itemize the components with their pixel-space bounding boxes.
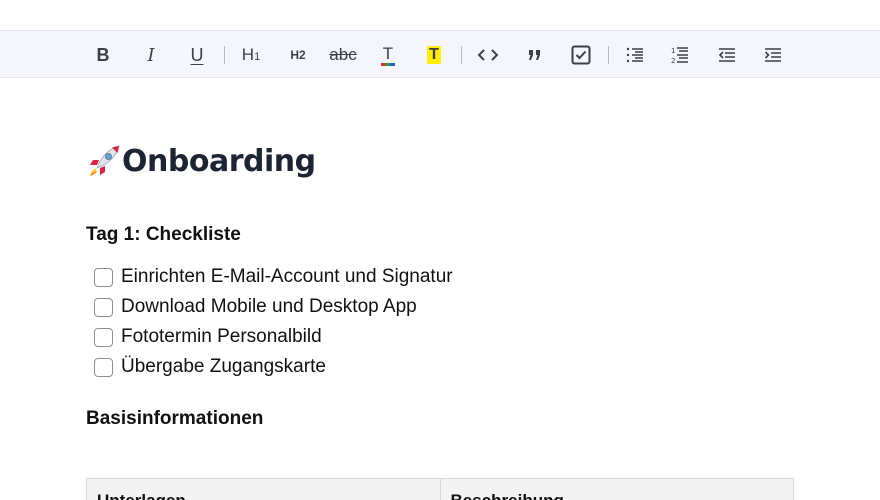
heading2-icon: H2	[290, 48, 306, 62]
toolbar-divider	[461, 46, 462, 64]
checklist-item-label[interactable]: Übergabe Zugangskarte	[121, 356, 326, 378]
italic-icon: I	[147, 44, 155, 66]
svg-text:2: 2	[671, 57, 675, 64]
document-title-row: Onboarding	[86, 140, 316, 182]
code-icon	[478, 49, 498, 61]
checkbox-insert-button[interactable]	[566, 40, 596, 70]
editor-toolbar: B I U H1 H2 abc T T 12	[0, 30, 880, 78]
toolbar-divider	[608, 46, 609, 64]
highlight-letter: T	[429, 46, 439, 63]
heading1-icon: H1	[242, 45, 260, 65]
indent-button[interactable]	[758, 40, 788, 70]
underline-button[interactable]: U	[182, 40, 212, 70]
table-header-cell[interactable]: Unterlagen	[87, 479, 441, 500]
checklist: Einrichten E-Mail-Account und Signatur D…	[94, 262, 453, 382]
checklist-item-label[interactable]: Download Mobile und Desktop App	[121, 296, 417, 318]
page-title[interactable]: Onboarding	[122, 144, 316, 179]
outdent-icon	[718, 48, 735, 62]
heading2-button[interactable]: H2	[283, 40, 313, 70]
checklist-checkbox[interactable]	[94, 267, 113, 287]
svg-text:1: 1	[671, 47, 675, 55]
section-heading-basisinformationen[interactable]: Basisinformationen	[86, 408, 263, 430]
checklist-item: Einrichten E-Mail-Account und Signatur	[94, 262, 453, 292]
quote-icon	[529, 50, 540, 60]
text-color-icon: T	[380, 44, 396, 66]
bold-button[interactable]: B	[88, 40, 118, 70]
checklist-item: Übergabe Zugangskarte	[94, 352, 453, 382]
info-table-header: Unterlagen Beschreibung	[86, 478, 794, 500]
italic-button[interactable]: I	[136, 40, 166, 70]
heading1-button[interactable]: H1	[236, 40, 266, 70]
strikethrough-button[interactable]: abc	[328, 40, 358, 70]
checklist-item: Download Mobile und Desktop App	[94, 292, 453, 322]
checklist-item-label[interactable]: Einrichten E-Mail-Account und Signatur	[121, 266, 453, 288]
text-color-letter: T	[382, 44, 394, 63]
checklist-checkbox[interactable]	[94, 297, 113, 317]
highlight-button[interactable]: T	[419, 40, 449, 70]
numbered-list-icon: 12	[671, 47, 688, 64]
bullet-list-button[interactable]	[620, 40, 650, 70]
text-color-bar	[381, 63, 395, 66]
code-button[interactable]	[473, 40, 503, 70]
bullet-list-icon	[626, 47, 643, 63]
bold-icon: B	[96, 44, 110, 65]
quote-button[interactable]	[520, 40, 550, 70]
indent-icon	[764, 48, 781, 62]
checklist-checkbox[interactable]	[94, 357, 113, 377]
strikethrough-icon: abc	[329, 45, 357, 64]
checklist-item: Fototermin Personalbild	[94, 322, 453, 352]
underline-icon: U	[190, 44, 204, 65]
checkbox-icon	[571, 45, 591, 65]
heading1-letter: H	[241, 45, 255, 64]
checklist-item-label[interactable]: Fototermin Personalbild	[121, 326, 322, 348]
text-color-button[interactable]: T	[373, 40, 403, 70]
highlight-icon: T	[427, 46, 441, 64]
heading1-number: 1	[254, 51, 261, 63]
numbered-list-button[interactable]: 12	[665, 40, 695, 70]
checklist-checkbox[interactable]	[94, 327, 113, 347]
toolbar-divider	[224, 46, 225, 64]
table-header-cell[interactable]: Beschreibung	[441, 479, 794, 500]
outdent-button[interactable]	[712, 40, 742, 70]
rocket-icon	[90, 145, 120, 176]
section-heading-checklist[interactable]: Tag 1: Checkliste	[86, 224, 241, 246]
